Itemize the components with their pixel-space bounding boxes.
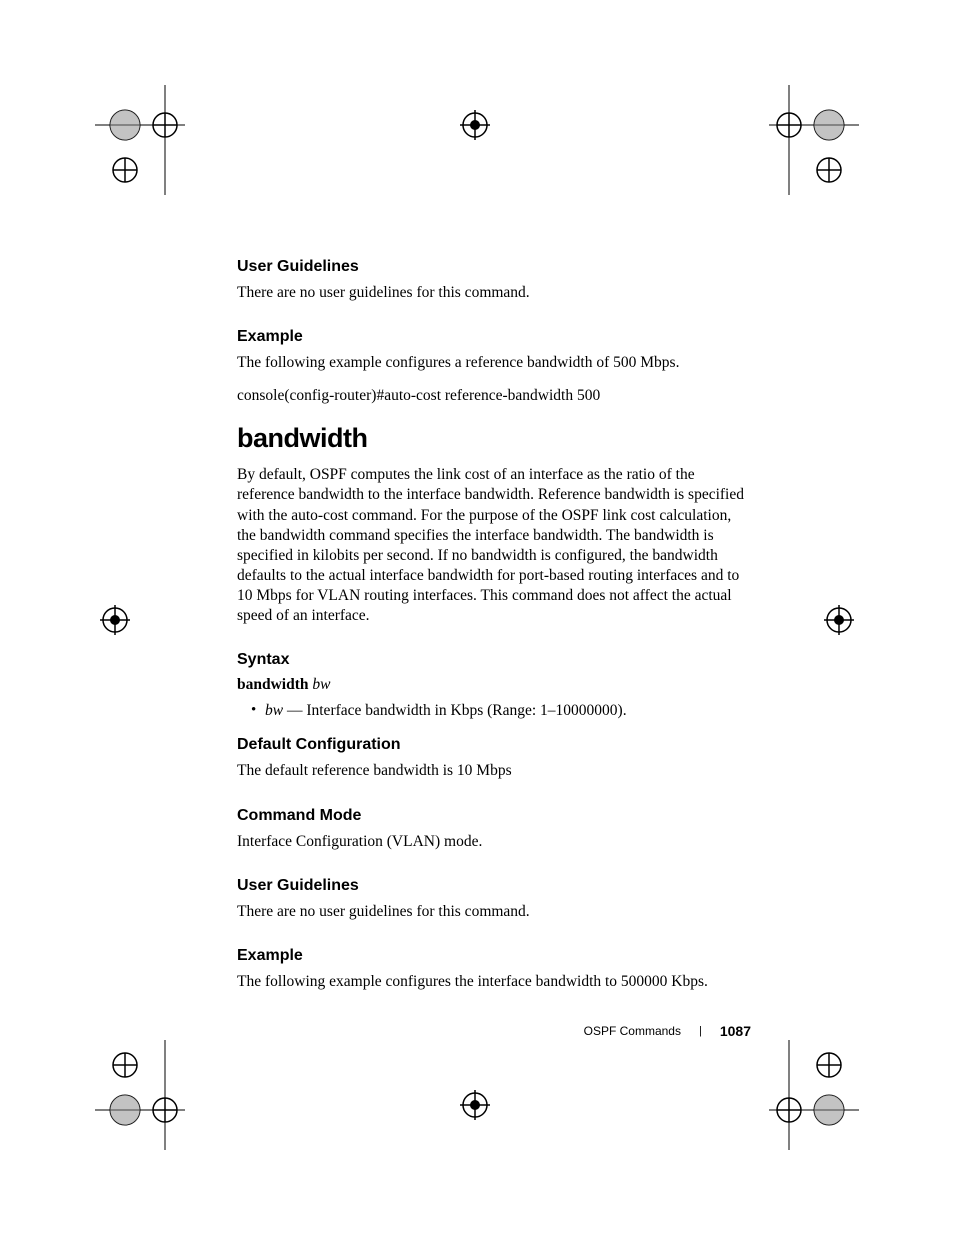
user-guidelines-text-1: There are no user guidelines for this co… xyxy=(237,283,747,303)
footer-section-name: OSPF Commands xyxy=(584,1024,681,1038)
crop-mark-icon xyxy=(95,600,135,640)
footer-page-number: 1087 xyxy=(720,1023,751,1039)
example-heading-1: Example xyxy=(237,328,747,346)
syntax-heading: Syntax xyxy=(237,651,747,669)
footer-divider: | xyxy=(699,1025,702,1037)
syntax-bullet: bw — Interface bandwidth in Kbps (Range:… xyxy=(265,702,747,720)
syntax-command: bandwidth bw xyxy=(237,676,747,694)
command-mode-heading: Command Mode xyxy=(237,807,747,825)
command-mode-text: Interface Configuration (VLAN) mode. xyxy=(237,832,747,852)
crop-mark-icon xyxy=(769,1040,859,1150)
crop-mark-icon xyxy=(819,600,859,640)
default-config-heading: Default Configuration xyxy=(237,736,747,754)
example-text-1: The following example configures a refer… xyxy=(237,353,747,373)
example-heading-2: Example xyxy=(237,947,747,965)
crop-mark-icon xyxy=(455,105,495,145)
main-content: User Guidelines There are no user guidel… xyxy=(237,258,747,1006)
crop-mark-icon xyxy=(95,1040,185,1150)
user-guidelines-text-2: There are no user guidelines for this co… xyxy=(237,902,747,922)
user-guidelines-heading-1: User Guidelines xyxy=(237,258,747,276)
crop-mark-icon xyxy=(769,85,859,195)
page-footer: OSPF Commands | 1087 xyxy=(584,1023,751,1039)
example-text-2: The following example configures the int… xyxy=(237,972,747,992)
crop-mark-icon xyxy=(455,1085,495,1125)
bandwidth-title: bandwidth xyxy=(237,423,747,454)
user-guidelines-heading-2: User Guidelines xyxy=(237,877,747,895)
default-config-text: The default reference bandwidth is 10 Mb… xyxy=(237,761,747,781)
crop-mark-icon xyxy=(95,85,185,195)
bandwidth-description: By default, OSPF computes the link cost … xyxy=(237,465,747,626)
example-code-1: console(config-router)#auto-cost referen… xyxy=(237,387,747,405)
